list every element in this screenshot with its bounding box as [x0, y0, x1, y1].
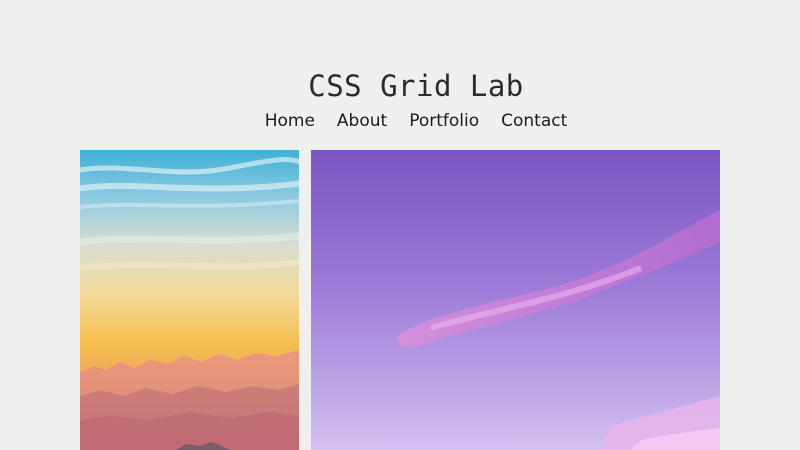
nav-link-contact[interactable]: Contact: [501, 108, 567, 134]
site-header: CSS Grid Lab Home About Portfolio Contac…: [0, 0, 800, 150]
gallery-photo-purple-sky: [311, 150, 720, 450]
nav-link-about[interactable]: About: [337, 108, 387, 134]
nav-link-home[interactable]: Home: [265, 108, 315, 134]
site-title: CSS Grid Lab: [308, 69, 524, 103]
purple-sky-image: [311, 150, 720, 450]
photo-gallery: [80, 150, 720, 450]
main-nav: Home About Portfolio Contact: [0, 108, 800, 134]
sunset-mountains-image: [80, 150, 299, 450]
nav-link-portfolio[interactable]: Portfolio: [409, 108, 479, 134]
gallery-photo-sunset-mountains: [80, 150, 299, 450]
